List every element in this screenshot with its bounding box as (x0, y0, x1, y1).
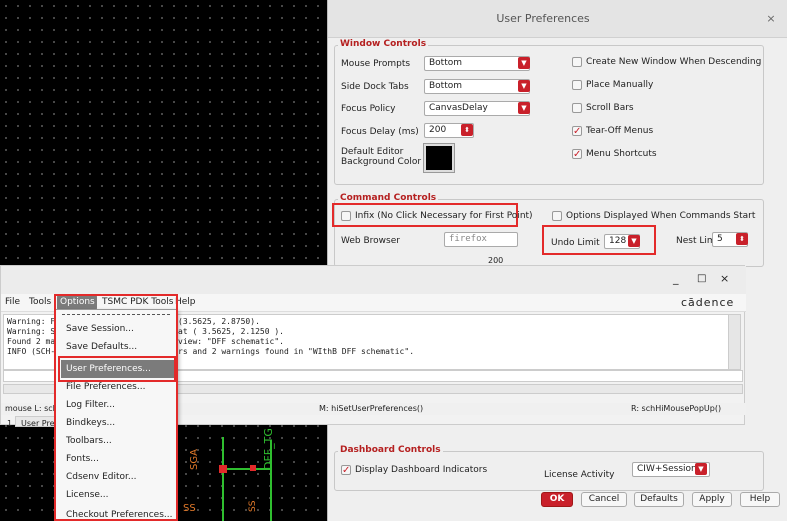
web-browser-label: Web Browser (341, 236, 400, 246)
web-browser-input[interactable]: firefox (444, 232, 518, 247)
schematic-pin (250, 465, 256, 471)
schematic-label: SGA (189, 449, 200, 470)
log-line: at ( 3.5625, 2.1250 ). (178, 327, 284, 336)
schematic-label: SS (183, 503, 196, 514)
minimize-icon[interactable]: _ (673, 272, 679, 285)
menu-shortcuts-label: Menu Shortcuts (586, 149, 657, 159)
chevron-down-icon[interactable]: ▼ (518, 57, 530, 69)
display-indicators-label: Display Dashboard Indicators (355, 465, 488, 475)
place-manually-checkbox[interactable] (572, 80, 582, 90)
user-preferences-highlight-box (58, 356, 176, 382)
slider-value: 200 (488, 256, 504, 265)
dialog-title: User Preferences (496, 12, 590, 25)
chevron-down-icon[interactable]: ▼ (695, 463, 707, 475)
scroll-bars-label: Scroll Bars (586, 103, 634, 113)
status-mouse-right: R: schHiMousePopUp() (631, 404, 722, 413)
ok-button[interactable]: OK (541, 492, 573, 507)
tear-off-menus-checkbox[interactable]: ✓ (572, 126, 582, 137)
dialog-title-bar[interactable]: User Preferences × (328, 0, 787, 38)
dashboard-controls-title: Dashboard Controls (338, 445, 443, 455)
log-line: Warning: F (7, 317, 56, 326)
window-controls-title: Window Controls (338, 39, 429, 49)
log-line: (3.5625, 2.8750). (178, 317, 260, 326)
chevron-down-icon[interactable]: ▼ (628, 235, 640, 247)
apply-button[interactable]: Apply (692, 492, 732, 507)
create-new-window-checkbox[interactable] (572, 57, 582, 67)
scroll-bars-checkbox[interactable] (572, 103, 582, 113)
tear-off-menus-label: Tear-Off Menus (586, 126, 654, 136)
cadence-logo: cādence (681, 296, 735, 309)
log-line: rs and 2 warnings found in "WIthB DFF sc… (178, 347, 415, 356)
schematic-pin (219, 465, 227, 473)
chevron-down-icon[interactable]: ▼ (518, 80, 530, 92)
status-mouse-mid: M: hiSetUserPreferences() (319, 404, 424, 413)
close-icon[interactable]: × (720, 272, 729, 285)
mouse-prompts-label: Mouse Prompts (341, 59, 411, 69)
cancel-button[interactable]: Cancel (581, 492, 627, 507)
spinner-icon[interactable]: ⬍ (736, 233, 748, 245)
chevron-down-icon[interactable]: ▼ (518, 102, 530, 114)
user-preferences-dialog: User Preferences × Window Controls Mouse… (327, 0, 787, 521)
focus-delay-label: Focus Delay (ms) (341, 127, 419, 137)
ciw-title-bar[interactable]: _ □ × (1, 266, 746, 294)
command-controls-title: Command Controls (338, 193, 439, 203)
schematic-label: SS (248, 500, 258, 512)
maximize-icon[interactable]: □ (697, 273, 706, 284)
mouse-prompts-select[interactable]: Bottom (424, 56, 530, 71)
log-line: INFO (SCH- (7, 347, 56, 356)
display-indicators-checkbox[interactable]: ✓ (341, 465, 351, 476)
infix-label: Infix (No Click Necessary for First Poin… (355, 211, 533, 221)
help-button[interactable]: Help (740, 492, 780, 507)
log-scrollbar[interactable] (728, 315, 740, 369)
side-dock-tabs-select[interactable]: Bottom (424, 79, 530, 94)
schematic-wire (222, 437, 224, 521)
close-icon[interactable]: × (764, 12, 778, 26)
side-dock-tabs-label: Side Dock Tabs (341, 82, 409, 92)
bg-color-swatch[interactable] (423, 143, 455, 173)
create-new-window-label: Create New Window When Descending (586, 57, 762, 67)
undo-limit-label: Undo Limit (551, 238, 600, 248)
schematic-label: DFF_TG (262, 428, 275, 470)
menu-file[interactable]: File (5, 297, 20, 307)
defaults-button[interactable]: Defaults (634, 492, 684, 507)
place-manually-label: Place Manually (586, 80, 654, 90)
bg-color-label: Background Color (341, 157, 422, 167)
license-activity-label: License Activity (544, 470, 615, 480)
status-tab-number: 1 (7, 419, 13, 428)
focus-policy-select[interactable]: CanvasDelay (424, 101, 530, 116)
status-tab-label: User Pref (21, 419, 58, 428)
menu-tools[interactable]: Tools (29, 297, 51, 307)
menu-shortcuts-checkbox[interactable]: ✓ (572, 149, 582, 160)
log-line: Warning: S (7, 327, 56, 336)
focus-policy-label: Focus Policy (341, 104, 396, 114)
status-mouse-left: mouse L: sch (5, 404, 58, 413)
options-menu-highlight-box (54, 294, 178, 521)
spinner-icon[interactable]: ⬍ (461, 124, 473, 136)
menu-help[interactable]: Help (175, 297, 196, 307)
options-displayed-checkbox[interactable] (552, 211, 562, 221)
log-line: view: "DFF schematic". (178, 337, 284, 346)
infix-checkbox[interactable] (341, 211, 351, 221)
bg-color-label: Default Editor (341, 147, 404, 157)
log-line: Found 2 ma (7, 337, 56, 346)
options-displayed-label: Options Displayed When Commands Start (566, 211, 756, 221)
